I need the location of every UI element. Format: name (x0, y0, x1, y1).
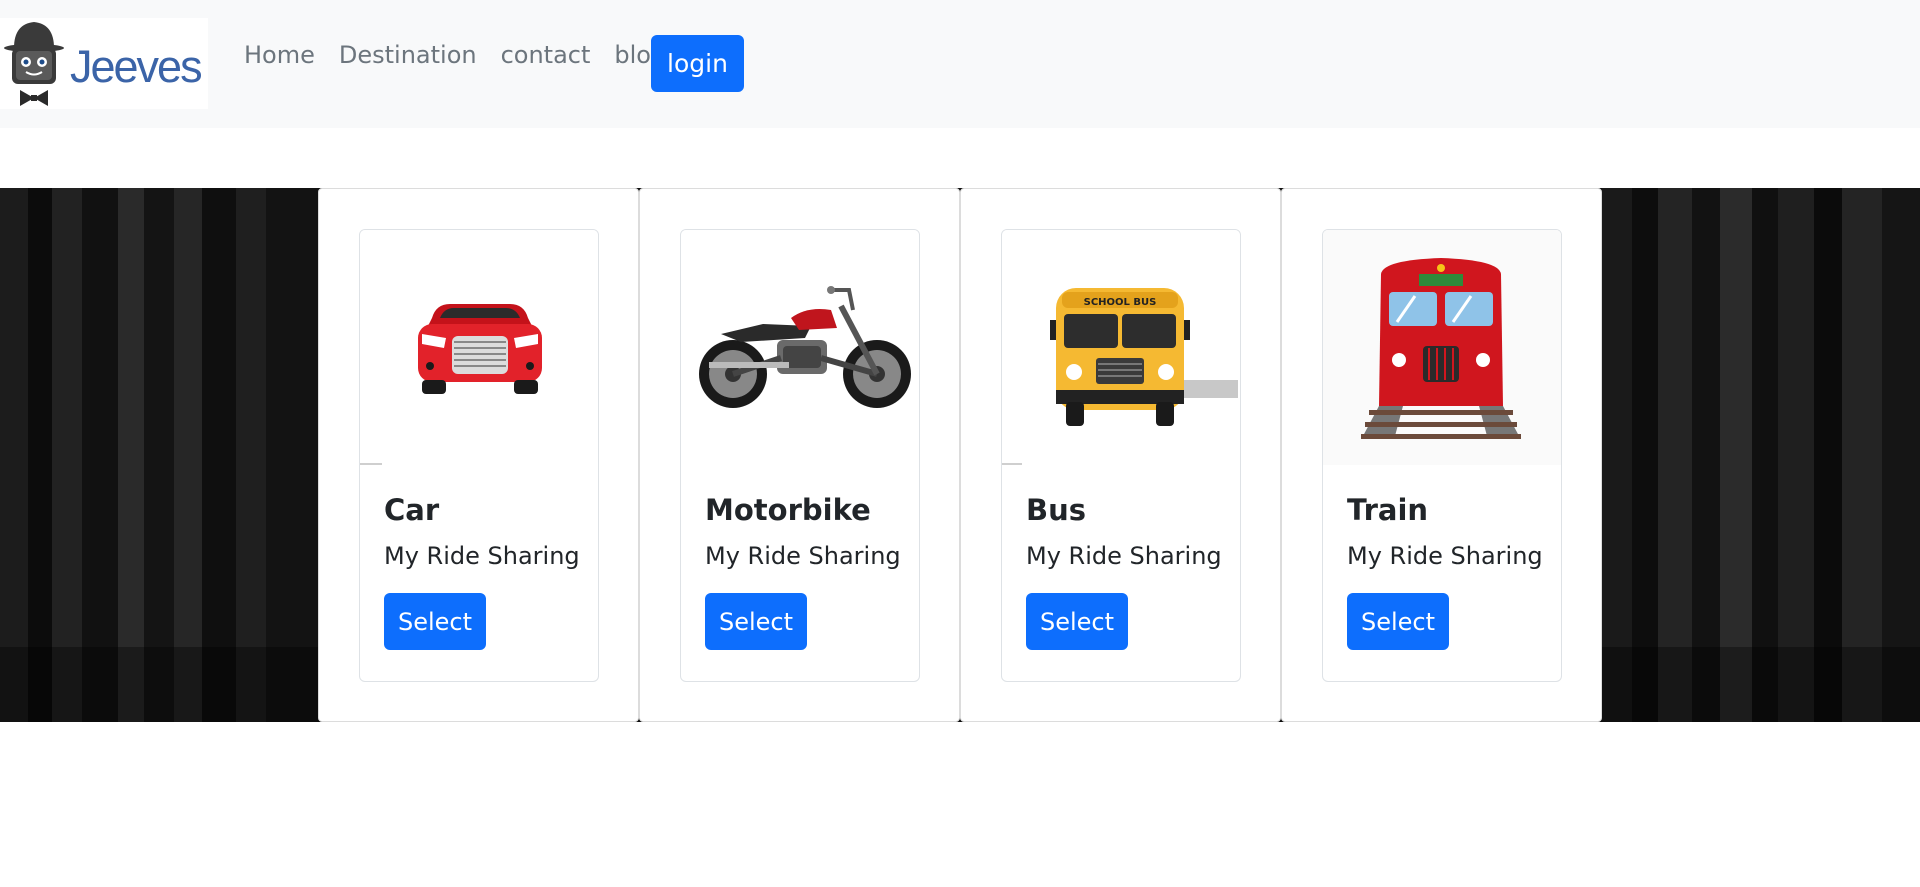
vehicle-card-car: Car My Ride Sharing Select (318, 188, 639, 722)
login-button[interactable]: login (651, 35, 744, 92)
card-body: Train My Ride Sharing Select (1347, 492, 1543, 650)
card: Motorbike My Ride Sharing Select (680, 229, 920, 682)
card-title: Bus (1026, 493, 1087, 527)
card-title: Car (384, 493, 440, 527)
card-title: Motorbike (705, 493, 871, 527)
navbar: Jeeves Home Destination contact blog log… (0, 0, 1920, 128)
card: Train My Ride Sharing Select (1322, 229, 1562, 682)
car-image (360, 230, 598, 465)
card-text: My Ride Sharing (1347, 542, 1543, 570)
butler-mascot-icon (4, 22, 64, 106)
card-body: Car My Ride Sharing Select (384, 492, 580, 650)
bus-sign-text: SCHOOL BUS (1084, 297, 1157, 308)
card-title: Train (1347, 493, 1429, 527)
brand-logo[interactable]: Jeeves (0, 18, 208, 109)
select-bus-button[interactable]: Select (1026, 593, 1128, 650)
select-motorbike-button[interactable]: Select (705, 593, 807, 650)
nav-links: Home Destination contact blog (244, 39, 690, 71)
card-text: My Ride Sharing (384, 542, 580, 570)
motorbike-image (681, 230, 919, 465)
nav-link-destination[interactable]: Destination (339, 39, 477, 71)
vehicle-card-bus: SCHOOL BUS Bus My Ride Sharing Select (960, 188, 1281, 722)
nav-link-contact[interactable]: contact (501, 39, 591, 71)
school-bus-image: SCHOOL BUS (1002, 230, 1240, 465)
brand-name: Jeeves (70, 41, 203, 92)
card: Car My Ride Sharing Select (359, 229, 599, 682)
card-body: Motorbike My Ride Sharing Select (705, 492, 901, 650)
select-train-button[interactable]: Select (1347, 593, 1449, 650)
nav-link-home[interactable]: Home (244, 39, 315, 71)
card-text: My Ride Sharing (1026, 542, 1222, 570)
card-body: Bus My Ride Sharing Select (1026, 492, 1222, 650)
vehicle-card-train: Train My Ride Sharing Select (1281, 188, 1602, 722)
vehicle-card-row: Car My Ride Sharing Select Motorbike My … (318, 188, 1602, 722)
train-image (1323, 230, 1561, 465)
select-car-button[interactable]: Select (384, 593, 486, 650)
card-text: My Ride Sharing (705, 542, 901, 570)
vehicle-card-motorbike: Motorbike My Ride Sharing Select (639, 188, 960, 722)
card: SCHOOL BUS Bus My Ride Sharing Select (1001, 229, 1241, 682)
